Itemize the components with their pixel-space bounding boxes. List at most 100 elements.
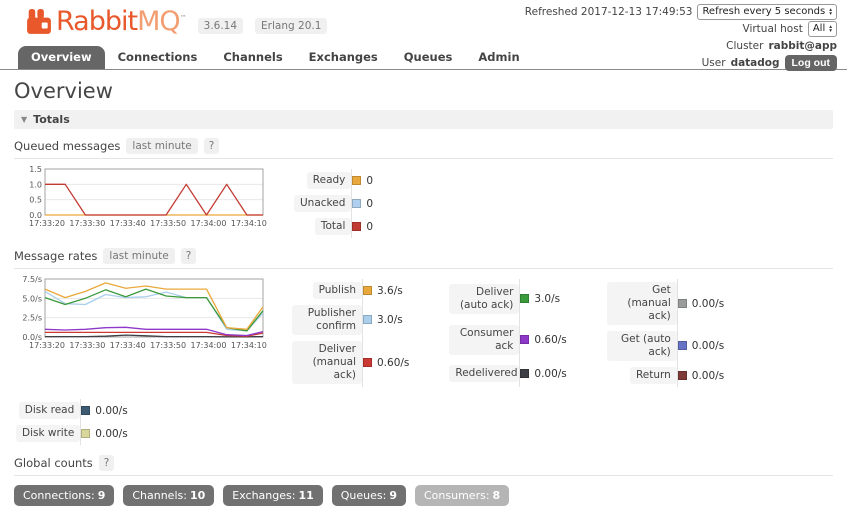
select-arrows-icon: ▴▾ — [829, 8, 832, 17]
svg-text:1.0: 1.0 — [29, 180, 42, 189]
brand-name-secondary: MQ — [137, 6, 180, 37]
refreshed-label: Refreshed 2017-12-13 17:49:53 — [525, 4, 693, 20]
message-rates-title: Message rates — [14, 249, 97, 263]
channels-count-button[interactable]: Channels:10 — [123, 485, 214, 506]
legend-value: 0.60/s — [534, 334, 566, 346]
legend-row: Get (auto ack) 0.00/s — [607, 328, 724, 364]
tab-overview[interactable]: Overview — [18, 46, 105, 69]
svg-text:17:33:20: 17:33:20 — [29, 341, 65, 350]
disk-io-block: Disk read 0.00/s Disk write 0.00/s — [16, 399, 833, 445]
svg-text:1.5: 1.5 — [29, 165, 42, 174]
message-rates-chart: 0.0/s2.5/s5.0/s7.5/s17:33:2017:33:3017:3… — [14, 275, 270, 355]
collapse-arrow-icon: ▼ — [21, 115, 27, 124]
legend-row: Return 0.00/s — [607, 364, 724, 387]
svg-text:17:33:40: 17:33:40 — [110, 219, 146, 228]
legend-label-consumer-ack: Consumer ack — [449, 325, 519, 355]
tab-admin[interactable]: Admin — [465, 46, 532, 69]
exchanges-count-button[interactable]: Exchanges:11 — [223, 485, 323, 506]
legend-value: 0.60/s — [377, 357, 409, 369]
legend-label-disk-write: Disk write — [16, 425, 80, 442]
queued-messages-title: Queued messages — [14, 139, 120, 153]
svg-text:17:34:10: 17:34:10 — [231, 219, 267, 228]
svg-text:17:34:00: 17:34:00 — [191, 219, 227, 228]
legend-label-unacked: Unacked — [294, 195, 351, 212]
svg-text:5.0/s: 5.0/s — [22, 294, 42, 303]
queued-legend: Ready 0 Unacked 0 Total 0 — [294, 169, 373, 238]
queues-count-button[interactable]: Queues:9 — [332, 485, 406, 506]
logout-button[interactable]: Log out — [785, 55, 837, 71]
consumers-count: 8 — [493, 489, 501, 502]
tab-exchanges[interactable]: Exchanges — [296, 46, 391, 69]
svg-text:0.5: 0.5 — [29, 196, 42, 205]
legend-swatch — [363, 358, 372, 367]
select-arrows-icon: ▴▾ — [829, 25, 832, 34]
cluster-name: rabbit@app — [768, 38, 837, 54]
legend-row: Deliver (manual ack) 0.60/s — [292, 338, 409, 387]
rates-legend-col1: Publish 3.6/s Publisher confirm 3.0/s De… — [292, 279, 409, 387]
legend-value: 0.00/s — [692, 340, 724, 352]
legend-swatch — [678, 341, 687, 350]
legend-label-get-manual-ack: Get (manual ack) — [607, 282, 677, 325]
queued-range-badge[interactable]: last minute — [126, 138, 197, 154]
legend-value: 0.00/s — [534, 368, 566, 380]
legend-value: 0.00/s — [95, 405, 127, 417]
legend-value: 0 — [366, 198, 373, 210]
legend-label-get-auto-ack: Get (auto ack) — [607, 331, 677, 361]
legend-label-ready: Ready — [307, 172, 352, 189]
message-rates-heading: Message rates last minute ? — [14, 248, 833, 269]
svg-text:17:33:50: 17:33:50 — [150, 219, 186, 228]
legend-label-redelivered: Redelivered — [449, 365, 519, 382]
legend-label-deliver-auto-ack: Deliver (auto ack) — [449, 284, 519, 314]
user-row: User datadog Log out — [525, 55, 837, 71]
svg-text:17:33:50: 17:33:50 — [150, 341, 186, 350]
legend-row: Redelivered 0.00/s — [449, 361, 566, 387]
rates-range-badge[interactable]: last minute — [103, 248, 174, 264]
rates-help-icon[interactable]: ? — [181, 248, 197, 264]
legend-swatch — [81, 406, 90, 415]
svg-text:17:33:30: 17:33:30 — [69, 219, 105, 228]
rates-legend-col3: Get (manual ack) 0.00/s Get (auto ack) 0… — [607, 279, 724, 387]
connections-count-button[interactable]: Connections:9 — [14, 485, 114, 506]
tab-queues[interactable]: Queues — [391, 46, 466, 69]
svg-text:17:34:10: 17:34:10 — [231, 341, 267, 350]
legend-row: Get (manual ack) 0.00/s — [607, 279, 724, 328]
legend-swatch — [363, 286, 372, 295]
vhost-label: Virtual host — [743, 21, 803, 37]
legend-row: Unacked 0 — [294, 192, 373, 215]
global-counts-help-icon[interactable]: ? — [99, 455, 115, 471]
queued-help-icon[interactable]: ? — [204, 138, 220, 154]
user-label: User — [702, 55, 726, 71]
header-status-area: Refreshed 2017-12-13 17:49:53 Refresh ev… — [525, 4, 837, 72]
vhost-select[interactable]: All ▴▾ — [808, 21, 837, 37]
rabbitmq-logo-icon — [26, 9, 52, 35]
legend-swatch — [363, 315, 372, 324]
legend-label-total: Total — [315, 218, 352, 235]
legend-value: 3.0/s — [377, 314, 403, 326]
tab-channels[interactable]: Channels — [210, 46, 295, 69]
exchanges-count: 11 — [298, 489, 313, 502]
header: RabbitMQ™ 3.6.14 Erlang 20.1 Refreshed 2… — [0, 0, 847, 48]
svg-text:7.5/s: 7.5/s — [22, 275, 42, 284]
tab-connections[interactable]: Connections — [105, 46, 211, 69]
consumers-count-button[interactable]: Consumers:8 — [415, 485, 509, 506]
legend-row: Consumer ack 0.60/s — [449, 320, 566, 361]
legend-row: Deliver (auto ack) 3.0/s — [449, 279, 566, 320]
legend-label-publish: Publish — [313, 282, 362, 299]
main-content: Overview ▼ Totals Queued messages last m… — [0, 79, 847, 506]
refresh-interval-select[interactable]: Refresh every 5 seconds ▴▾ — [697, 4, 837, 20]
vhost-row: Virtual host All ▴▾ — [525, 21, 837, 37]
disk-legend: Disk read 0.00/s Disk write 0.00/s — [16, 399, 128, 445]
legend-value: 0 — [366, 175, 373, 187]
page-title: Overview — [14, 79, 833, 103]
legend-swatch — [352, 222, 361, 231]
global-counts-heading: Global counts ? — [14, 455, 833, 476]
legend-swatch — [81, 429, 90, 438]
cluster-row: Cluster rabbit@app — [525, 38, 837, 54]
totals-section-toggle[interactable]: ▼ Totals — [14, 110, 833, 129]
legend-row: Disk write 0.00/s — [16, 422, 128, 445]
legend-value: 0 — [366, 221, 373, 233]
legend-row: Ready 0 — [294, 169, 373, 192]
rates-legend-col2: Deliver (auto ack) 3.0/s Consumer ack 0.… — [449, 279, 566, 387]
svg-text:17:34:00: 17:34:00 — [191, 341, 227, 350]
legend-swatch — [520, 294, 529, 303]
